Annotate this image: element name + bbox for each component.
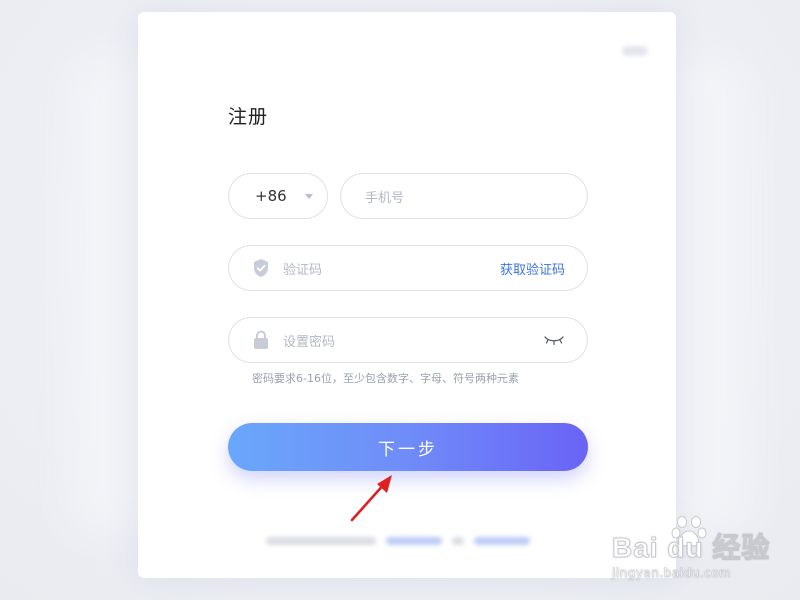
page-title: 注册 (228, 106, 269, 128)
close-icon[interactable] (622, 46, 648, 56)
baidu-watermark: Bai du 经验 jingyan.baidu.com (611, 512, 788, 586)
country-code-select[interactable]: +86 (228, 173, 328, 219)
password-hint: 密码要求6-16位，至少包含数字、字母、符号两种元素 (252, 372, 519, 385)
screen: 注册 +86 手机号 验证码 获取验证码 设置密码 密码要求6-16位，至少包含… (0, 0, 800, 600)
phone-placeholder: 手机号 (365, 190, 405, 206)
country-code-value: +86 (255, 187, 287, 205)
footer-link-blur (474, 537, 530, 545)
shield-check-icon (251, 258, 271, 278)
footer-text-blur (452, 537, 464, 545)
lock-icon (251, 330, 271, 350)
footer-link-blur (386, 537, 442, 545)
get-code-link[interactable]: 获取验证码 (500, 259, 565, 278)
footer-agreement-blurred (266, 534, 546, 548)
eye-closed-icon[interactable] (543, 333, 565, 347)
watermark-brand: Bai du 经验 (611, 532, 771, 564)
phone-input[interactable]: 手机号 (340, 173, 588, 219)
verification-code-input[interactable]: 验证码 获取验证码 (228, 245, 588, 291)
password-placeholder: 设置密码 (283, 334, 336, 350)
red-arrow-icon (350, 475, 392, 522)
footer-text-blur (266, 537, 376, 545)
next-step-button[interactable]: 下一步 (228, 423, 588, 471)
code-placeholder: 验证码 (283, 262, 323, 278)
chevron-down-icon (304, 193, 313, 199)
watermark-url: jingyan.baidu.com (612, 566, 732, 580)
password-input[interactable]: 设置密码 (228, 317, 588, 363)
